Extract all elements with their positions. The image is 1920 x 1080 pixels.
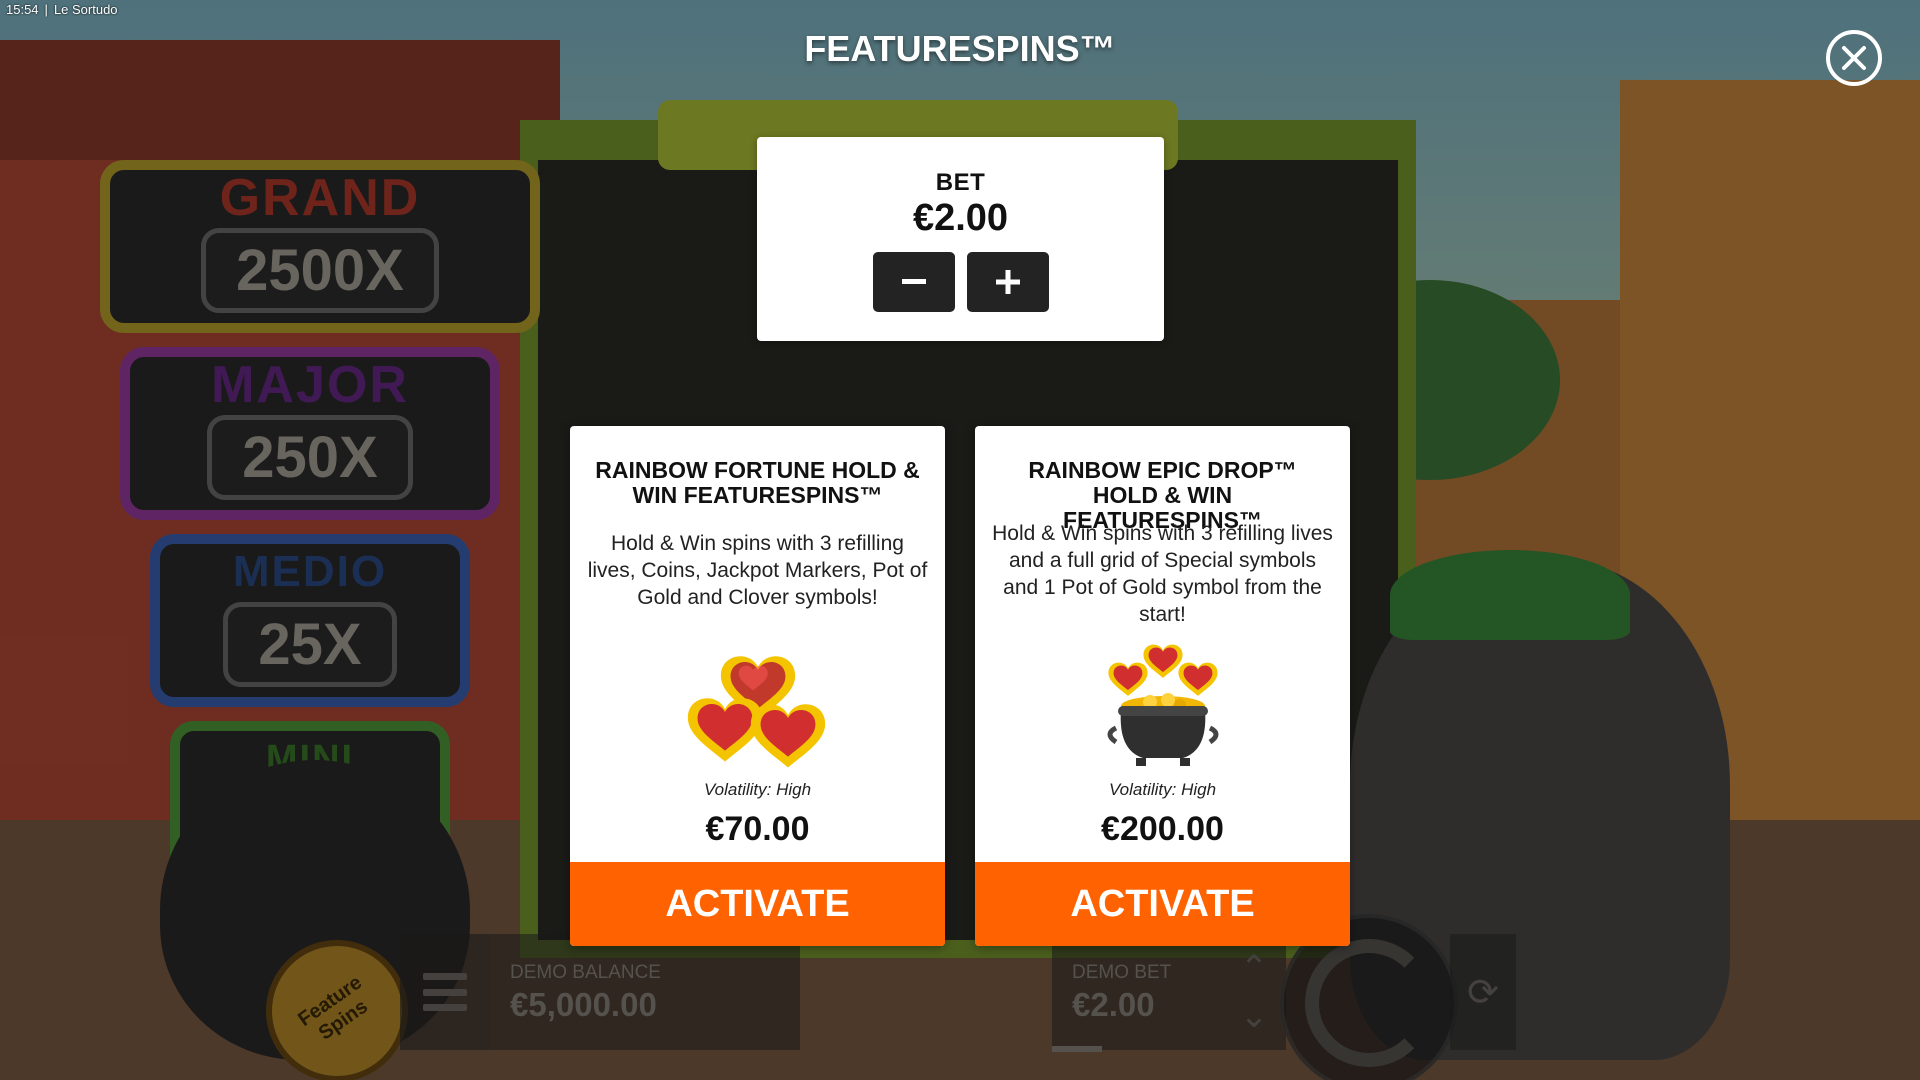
- feature-title: RAINBOW FORTUNE HOLD & WIN FEATURESPINS™: [595, 457, 920, 508]
- status-app-name: Le Sortudo: [53, 2, 118, 17]
- bet-panel: BET €2.00: [757, 137, 1164, 341]
- feature-card-rainbow-epic-drop: RAINBOW EPIC DROP™ HOLD & WIN FEATURESPI…: [975, 426, 1350, 946]
- status-time: 15:54: [6, 2, 39, 17]
- feature-volatility: Volatility: High: [703, 780, 812, 799]
- increase-bet-button[interactable]: [966, 252, 1049, 312]
- close-button[interactable]: [1826, 30, 1882, 86]
- activate-button[interactable]: ACTIVATE: [975, 862, 1350, 946]
- feature-card-rainbow-fortune: RAINBOW FORTUNE HOLD & WIN FEATURESPINS™…: [570, 426, 945, 946]
- feature-description: Hold & Win spins with 3 refilling lives …: [992, 522, 1333, 626]
- feature-price: €200.00: [1101, 810, 1224, 848]
- feature-price: €70.00: [705, 810, 810, 848]
- status-bar: 15:54 | Le Sortudo: [6, 2, 118, 17]
- bet-stepper: [757, 252, 1164, 312]
- bet-value: €2.00: [912, 197, 1009, 239]
- modal-title: FEATURESPINS™: [804, 28, 1116, 69]
- bet-label: BET: [935, 169, 986, 196]
- feature-volatility: Volatility: High: [1108, 780, 1217, 799]
- feature-description: Hold & Win spins with 3 refilling lives,…: [587, 532, 928, 609]
- plus-icon: [995, 270, 1020, 294]
- activate-button[interactable]: ACTIVATE: [570, 862, 945, 946]
- hearts-icon: [687, 656, 825, 768]
- pot-of-gold-icon: [1107, 644, 1218, 766]
- minus-icon: [901, 279, 926, 284]
- decrease-bet-button[interactable]: [872, 252, 955, 312]
- close-icon: [1842, 46, 1866, 70]
